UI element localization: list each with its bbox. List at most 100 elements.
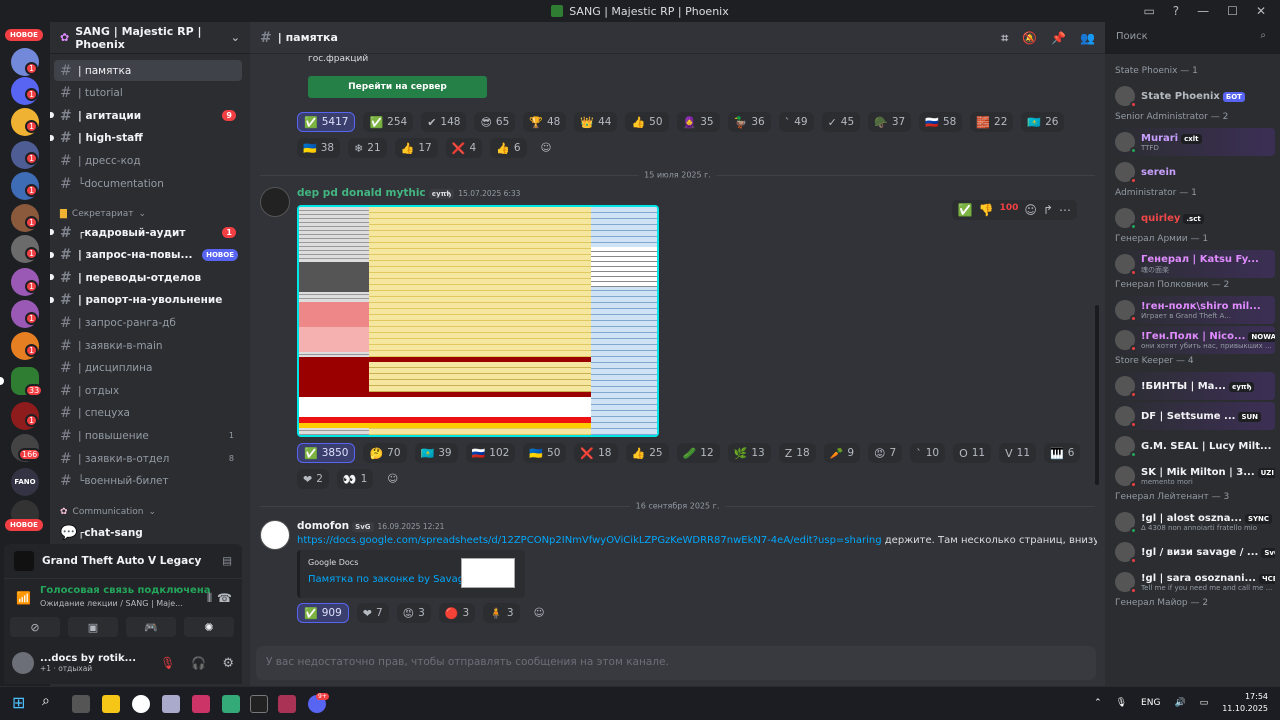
search-icon[interactable]: ⌕	[42, 693, 60, 711]
mic-muted-icon[interactable]: 🎙	[160, 656, 175, 670]
gear-icon[interactable]: ⚙	[222, 656, 234, 671]
server-header[interactable]: ✿ SANG | Majestic RP | Phoenix ⌄	[50, 22, 250, 54]
reaction-button[interactable]: 🌿 13	[727, 443, 771, 463]
reaction-button[interactable]: 🇺🇦 38	[297, 138, 341, 158]
reaction-button[interactable]: 😡 7	[868, 443, 903, 463]
channel-item[interactable]: # | агитации 9	[50, 105, 242, 126]
yandex-browser-icon[interactable]	[132, 695, 150, 713]
app-icon[interactable]	[278, 695, 296, 713]
clock[interactable]: 17:54 11.10.2025	[1222, 691, 1268, 715]
member-item[interactable]: serein	[1111, 158, 1275, 186]
member-item[interactable]: Murari cxlt TTFD	[1111, 128, 1275, 156]
reaction-button[interactable]: ❤ 7	[356, 603, 389, 623]
channel-item[interactable]: # | рапорт-на-увольнение	[50, 290, 242, 311]
reaction-button[interactable]: ✔ 148	[421, 112, 467, 132]
spreadsheet-link[interactable]: https://docs.google.com/spreadsheets/d/1…	[297, 535, 882, 546]
add-reaction-button[interactable]: ☺	[528, 603, 551, 623]
channel-item[interactable]: # | дресс-код	[54, 150, 242, 171]
go-to-server-button[interactable]: Перейти на сервер	[308, 76, 487, 98]
screen-share-button[interactable]: ▣	[68, 617, 118, 637]
channel-item[interactable]: # | заявки-в-main	[54, 335, 242, 356]
threads-icon[interactable]: ⌗	[1001, 31, 1008, 46]
headphones-icon[interactable]: 🎧	[191, 656, 206, 670]
check-reaction-icon[interactable]: ✅	[958, 203, 973, 217]
add-reaction-button[interactable]: ☺	[535, 138, 558, 158]
controller-icon[interactable]: ▤	[222, 555, 232, 567]
app-icon[interactable]	[162, 695, 180, 713]
member-item[interactable]: !gl | sara osoznani...ЧСВTell me if you …	[1111, 568, 1275, 596]
reaction-button[interactable]: 🎹 6	[1044, 443, 1081, 463]
maximize-button[interactable]: ☐	[1227, 4, 1238, 18]
member-item[interactable]: G.M. SEAL | Lucy Milt...	[1111, 432, 1275, 460]
channel-item[interactable]: # | tutorial	[54, 83, 242, 104]
reaction-button[interactable]: ✅ 5417	[297, 112, 356, 132]
avatar[interactable]	[260, 187, 290, 217]
reaction-button[interactable]: V 11	[999, 443, 1037, 463]
reaction-button[interactable]: 🦆 36	[727, 112, 771, 132]
activity-button[interactable]: 🎮	[126, 617, 176, 637]
reaction-button[interactable]: 😎 65	[474, 112, 516, 132]
member-item[interactable]: !Ген.Полк | Nico... NOWA они хотят убить н…	[1111, 326, 1275, 354]
windows-start-icon[interactable]: ⊞	[12, 693, 30, 712]
add-reaction-button[interactable]: ☺	[381, 469, 404, 489]
category-secretariat[interactable]: ▇ Секретариат ⌄	[60, 209, 146, 219]
member-item[interactable]: DF | Settsume ... SUN	[1111, 402, 1275, 430]
channel-item[interactable]: # | отдых	[54, 380, 242, 401]
channel-item[interactable]: # ┌кадровый-аудит 1	[50, 222, 242, 243]
reaction-button[interactable]: 👍 50	[625, 112, 669, 132]
search-input[interactable]: Поиск ⌕	[1110, 27, 1272, 48]
more-icon[interactable]: ⋯	[1059, 203, 1071, 217]
reaction-button[interactable]: ❌ 4	[445, 138, 483, 158]
members-icon[interactable]: 👥	[1080, 31, 1095, 46]
reaction-button[interactable]: 🪖 37	[868, 112, 912, 132]
app-icon[interactable]	[192, 695, 210, 713]
chevron-up-icon[interactable]: ⌃	[1094, 698, 1102, 708]
channel-item[interactable]: # | high-staff	[50, 128, 242, 149]
reaction-button[interactable]: 👍 17	[394, 138, 438, 158]
reaction-button[interactable]: 🧍 3	[483, 603, 520, 623]
reaction-button[interactable]: 🇰🇿 26	[1021, 112, 1065, 132]
minimize-button[interactable]: —	[1197, 4, 1209, 18]
reaction-button[interactable]: 😡 3	[396, 603, 431, 623]
close-button[interactable]: ✕	[1256, 4, 1266, 18]
epic-games-icon[interactable]	[250, 695, 268, 713]
avatar[interactable]	[12, 652, 34, 674]
chat-scrollbar[interactable]	[1095, 305, 1099, 485]
embed-thumbnail[interactable]	[461, 558, 515, 588]
channel-item[interactable]: # | запрос-на-повы... НОВОЕ	[50, 245, 242, 266]
image-attachment[interactable]	[297, 205, 659, 437]
member-item[interactable]: quirley .sct	[1111, 204, 1275, 232]
channel-item[interactable]: # | спецуха	[54, 403, 242, 424]
forward-icon[interactable]: ↱	[1043, 203, 1053, 217]
channel-item[interactable]: # | переводы-отделов	[50, 267, 242, 288]
channel-item[interactable]: # | дисциплина	[54, 358, 242, 379]
reaction-button[interactable]: ✅ 3850	[297, 443, 356, 463]
reaction-button[interactable]: 🇷🇺 58	[919, 112, 963, 132]
hundred-icon[interactable]: 100	[1000, 203, 1019, 217]
task-view-icon[interactable]	[72, 695, 90, 713]
reaction-button[interactable]: 🇰🇿 39	[414, 443, 458, 463]
microphone-icon[interactable]: 🎙	[1116, 698, 1127, 708]
reaction-button[interactable]: O 11	[953, 443, 992, 463]
app-icon[interactable]	[222, 695, 240, 713]
message-author[interactable]: domofon SvG 16.09.2025 12:21	[297, 520, 444, 532]
channel-chat-sang[interactable]: 💬 ┌chat-sang	[54, 522, 242, 543]
language-indicator[interactable]: ENG	[1141, 698, 1160, 708]
channel-item[interactable]: # | заявки-в-отдел 8	[54, 448, 242, 469]
member-item[interactable]: !gl | alost oszna... SYNC Δ 4308 non annoi…	[1111, 508, 1275, 536]
activity-card[interactable]: Grand Theft Auto V Legacy ▤	[4, 544, 242, 578]
camera-off-button[interactable]: ⊘	[10, 617, 60, 637]
notifications-off-icon[interactable]: 🔕	[1022, 31, 1037, 46]
member-item[interactable]: Генерал | Katsu Fy... 魂の面楽	[1111, 250, 1275, 278]
reaction-button[interactable]: 🥕 9	[823, 443, 861, 463]
reaction-button[interactable]: 🧱 22	[970, 112, 1014, 132]
server-icon-fano[interactable]: FANO	[11, 468, 39, 496]
avatar[interactable]	[260, 520, 290, 550]
member-item[interactable]: !ген-полк\shiro mil... Играет в Grand The…	[1111, 296, 1275, 324]
soundboard-icon[interactable]: ⫴	[207, 591, 212, 606]
voice-channel[interactable]: Ожидание лекции / SANG | Maje...	[40, 599, 183, 608]
reaction-button[interactable]: 🔴 3	[438, 603, 476, 623]
reaction-button[interactable]: ❤ 2	[297, 469, 329, 489]
reaction-button[interactable]: 🤔 70	[363, 443, 407, 463]
reaction-button[interactable]: 👀 1	[336, 469, 374, 489]
